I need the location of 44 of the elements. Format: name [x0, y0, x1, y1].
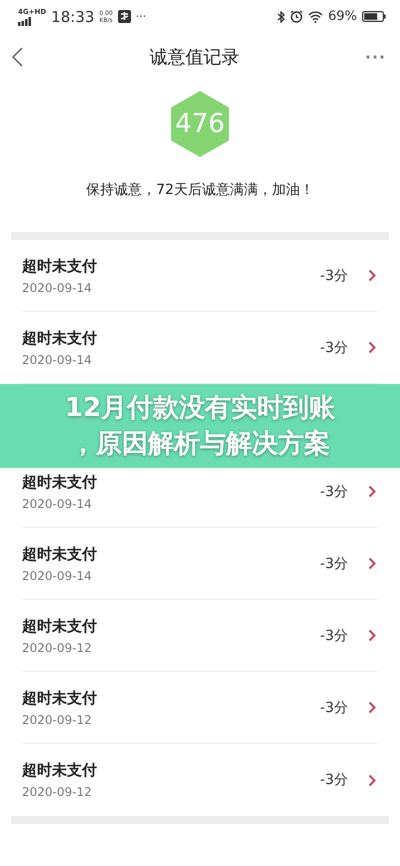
record-title: 超时未支付	[22, 761, 98, 780]
app-notification-icon	[118, 10, 131, 23]
record-title: 超时未支付	[22, 328, 98, 348]
points-change: -3分	[320, 771, 348, 789]
more-notifications-label: ···	[136, 10, 146, 23]
chevron-right-icon[interactable]	[368, 485, 376, 498]
banner-headline-line: 12月付款没有实时到账	[64, 392, 336, 425]
record-date: 2020-09-14	[22, 496, 93, 510]
points-change: -3分	[320, 626, 348, 644]
record-date: 2020-09-14	[22, 568, 93, 582]
points-change: -3分	[320, 554, 348, 572]
chevron-right-icon[interactable]	[368, 269, 376, 282]
score-hexagon-badge: 476	[171, 91, 229, 157]
record-title: 超时未支付	[22, 616, 98, 636]
signal-icon	[18, 16, 32, 26]
page-title: 诚意值记录	[150, 46, 240, 69]
points-change: -3分	[320, 482, 348, 500]
record-title: 超时未支付	[22, 544, 98, 564]
chevron-right-icon[interactable]	[368, 341, 376, 354]
battery-icon	[362, 11, 386, 22]
chevron-right-icon[interactable]	[368, 701, 376, 714]
points-change: -3分	[320, 698, 348, 716]
chevron-right-icon[interactable]	[368, 774, 376, 786]
clock-time: 18:33	[51, 8, 94, 26]
points-change: -3分	[320, 266, 348, 284]
wifi-icon	[308, 10, 324, 22]
bluetooth-icon	[277, 10, 286, 22]
record-date: 2020-09-14	[22, 352, 93, 366]
banner-headline-line: ，原因解析与解决方案	[70, 428, 330, 461]
record-date: 2020-09-12	[22, 640, 93, 654]
record-date: 2020-09-14	[22, 280, 93, 294]
battery-percent: 69%	[328, 9, 357, 24]
chevron-right-icon[interactable]	[368, 557, 376, 570]
record-title: 超时未支付	[22, 256, 98, 276]
record-title: 超时未支付	[22, 472, 98, 492]
alarm-icon	[290, 10, 304, 23]
record-date: 2020-09-12	[22, 785, 93, 799]
record-title: 超时未支付	[22, 688, 98, 708]
encouragement-message: 保持诚意，72天后诚意满满，加油！	[86, 181, 314, 199]
back-button[interactable]	[10, 45, 25, 69]
chevron-right-icon[interactable]	[368, 629, 376, 642]
points-change: -3分	[320, 338, 348, 356]
more-menu-button[interactable]	[364, 53, 386, 61]
record-date: 2020-09-12	[22, 712, 93, 726]
